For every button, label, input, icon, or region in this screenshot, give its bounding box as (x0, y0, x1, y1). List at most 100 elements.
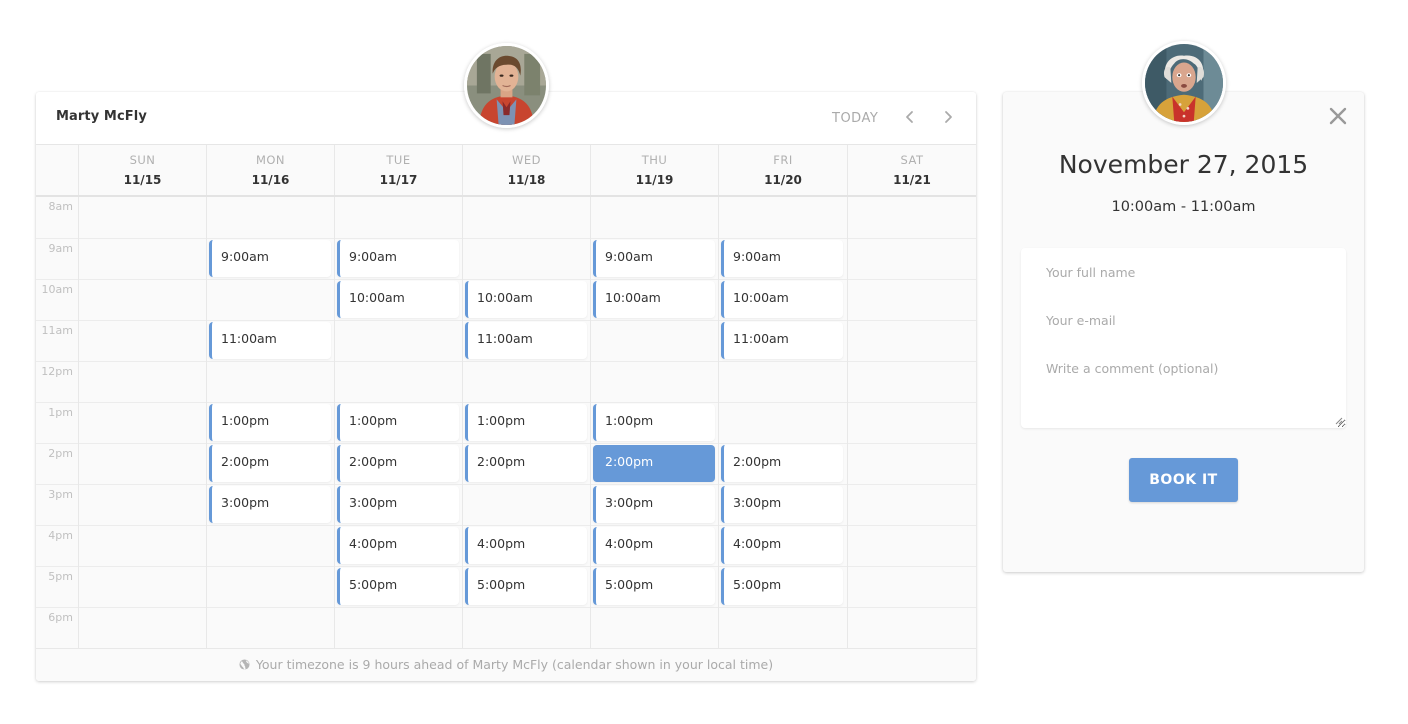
chevron-right-icon (945, 111, 952, 123)
day-header-sat: SAT 11/21 (847, 145, 976, 195)
host-avatar (464, 43, 549, 128)
hour-label: 9am (48, 242, 73, 255)
timezone-text: Your timezone is 9 hours ahead of Marty … (255, 657, 774, 672)
column-divider (718, 197, 719, 648)
column-divider (334, 197, 335, 648)
time-slot[interactable]: 2:00pm (721, 445, 843, 482)
hour-label: 4pm (48, 529, 73, 542)
column-divider (78, 197, 79, 648)
day-header-fri: FRI 11/20 (718, 145, 847, 195)
column-divider (462, 197, 463, 648)
day-of-week-label: SAT (900, 153, 924, 167)
hour-label: 11am (41, 324, 73, 337)
time-slot[interactable]: 10:00am (337, 281, 459, 318)
time-slot[interactable]: 3:00pm (593, 486, 715, 523)
time-slot[interactable]: 10:00am (593, 281, 715, 318)
hour-label: 2pm (48, 447, 73, 460)
day-date-label: 11/20 (764, 173, 802, 187)
next-week-button[interactable] (938, 106, 958, 128)
time-slot[interactable]: 9:00am (593, 240, 715, 277)
time-slot[interactable]: 4:00pm (337, 527, 459, 564)
time-slot[interactable]: 5:00pm (593, 568, 715, 605)
time-slot[interactable]: 9:00am (209, 240, 331, 277)
close-icon (1329, 107, 1347, 125)
time-slot[interactable]: 11:00am (721, 322, 843, 359)
guest-avatar-image (1145, 44, 1223, 122)
day-of-week-label: MON (255, 153, 286, 167)
time-slot[interactable]: 3:00pm (209, 486, 331, 523)
time-slot[interactable]: 11:00am (465, 322, 587, 359)
day-date-label: 11/17 (379, 173, 418, 187)
day-date-label: 11/21 (893, 173, 931, 187)
time-slot[interactable]: 9:00am (721, 240, 843, 277)
hour-label: 8am (48, 200, 73, 213)
day-of-week-label: TUE (386, 153, 411, 167)
chevron-left-icon (906, 111, 913, 123)
calendar-owner-name: Marty McFly (56, 109, 147, 124)
time-slot[interactable]: 5:00pm (465, 568, 587, 605)
day-of-week-label: FRI (773, 153, 793, 167)
hour-label: 3pm (48, 488, 73, 501)
day-date-label: 11/16 (251, 173, 290, 187)
timezone-notice: Your timezone is 9 hours ahead of Marty … (36, 648, 976, 681)
previous-week-button[interactable] (900, 106, 920, 128)
time-slot[interactable]: 1:00pm (593, 404, 715, 441)
day-date-label: 11/18 (507, 173, 546, 187)
day-of-week-label: THU (641, 153, 668, 167)
time-slot[interactable]: 1:00pm (209, 404, 331, 441)
globe-icon (239, 659, 250, 670)
time-slot[interactable]: 10:00am (721, 281, 843, 318)
time-slot[interactable]: 3:00pm (337, 486, 459, 523)
time-slot[interactable]: 5:00pm (337, 568, 459, 605)
time-slot[interactable]: 1:00pm (465, 404, 587, 441)
day-header-sun: SUN 11/15 (78, 145, 206, 195)
day-of-week-label: WED (512, 153, 541, 167)
booking-time-range: 10:00am - 11:00am (1111, 199, 1256, 215)
time-slot[interactable]: 10:00am (465, 281, 587, 318)
booking-panel: November 27, 2015 10:00am - 11:00am BOOK… (1003, 92, 1364, 572)
full-name-input[interactable] (1021, 260, 1346, 284)
time-slot[interactable]: 4:00pm (721, 527, 843, 564)
time-slot[interactable]: 3:00pm (721, 486, 843, 523)
today-button[interactable]: TODAY (832, 111, 878, 126)
host-avatar-image (467, 46, 546, 125)
time-grid: 8am 9am 10am 11am 12pm 1pm 2pm 3pm 4pm 5pm 6pm 9:00… (36, 197, 976, 648)
day-header-mon: MON 11/16 (206, 145, 334, 195)
time-slot[interactable]: 5:00pm (721, 568, 843, 605)
time-slot[interactable]: 1:00pm (337, 404, 459, 441)
time-slot-selected[interactable]: 2:00pm (593, 445, 715, 482)
column-divider (206, 197, 207, 648)
day-header-wed: WED 11/18 (462, 145, 590, 195)
time-slot[interactable]: 4:00pm (593, 527, 715, 564)
day-of-week-label: SUN (129, 153, 156, 167)
book-it-button[interactable]: BOOK IT (1129, 458, 1238, 502)
day-date-label: 11/19 (635, 173, 674, 187)
calendar-widget: Marty McFly TODAY SUN 11/15 MON 11/16 TUE 11/… (36, 92, 976, 681)
day-header-thu: THU 11/19 (590, 145, 718, 195)
hour-label: 6pm (48, 611, 73, 624)
day-header-row: SUN 11/15 MON 11/16 TUE 11/17 WED 11/18 THU 11/19… (36, 145, 976, 197)
hour-label: 12pm (41, 365, 73, 378)
resize-handle-icon[interactable] (1335, 417, 1343, 425)
column-divider (590, 197, 591, 648)
time-slot[interactable]: 4:00pm (465, 527, 587, 564)
hour-row: 6pm (36, 607, 976, 648)
time-slot[interactable]: 2:00pm (465, 445, 587, 482)
hour-row: 8am (36, 197, 976, 238)
day-header-tue: TUE 11/17 (334, 145, 462, 195)
time-slot[interactable]: 2:00pm (337, 445, 459, 482)
hour-label: 10am (41, 283, 73, 296)
comment-textarea[interactable] (1021, 358, 1346, 428)
hour-label: 1pm (48, 406, 73, 419)
close-button[interactable] (1328, 106, 1348, 126)
email-input[interactable] (1021, 308, 1346, 332)
booking-date: November 27, 2015 (1058, 150, 1309, 179)
hour-row: 12pm (36, 361, 976, 402)
booking-form (1021, 248, 1346, 428)
time-slot[interactable]: 2:00pm (209, 445, 331, 482)
day-date-label: 11/15 (123, 173, 162, 187)
time-slot[interactable]: 11:00am (209, 322, 331, 359)
column-divider (847, 197, 848, 648)
time-slot[interactable]: 9:00am (337, 240, 459, 277)
hour-label: 5pm (48, 570, 73, 583)
